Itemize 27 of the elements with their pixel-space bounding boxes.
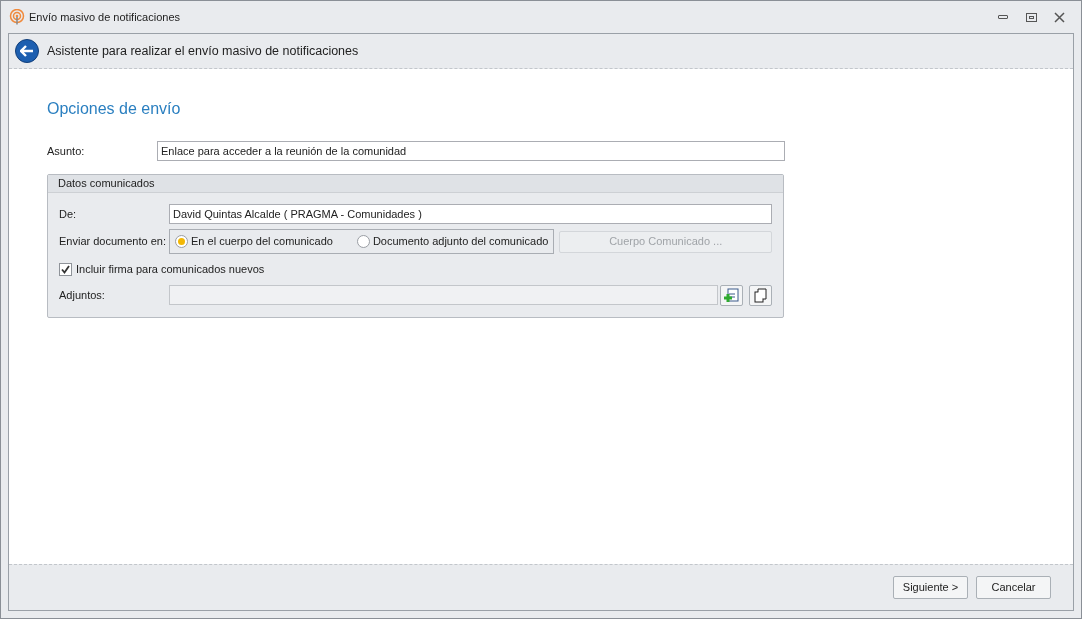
copy-icon	[753, 287, 768, 303]
radio-button[interactable]	[175, 235, 188, 248]
field-label: Asunto:	[47, 143, 86, 159]
field-label: Adjuntos:	[59, 287, 106, 303]
field-label: Enviar documento en:	[59, 234, 167, 250]
dialog-button[interactable]: Cancelar	[976, 576, 1051, 599]
add-document-icon	[724, 287, 739, 303]
add-file-button[interactable]	[720, 284, 743, 306]
checkmark-icon	[61, 264, 70, 274]
back-button[interactable]	[15, 39, 39, 63]
wizard-title: Asistente para realizar el envío masivo de notificaciones	[47, 42, 359, 60]
signature-checkbox[interactable]: Incluir firma para comunicados nuevos	[59, 261, 772, 278]
window-title: Envío masivo de notificaciones	[29, 9, 181, 25]
dialog-button[interactable]: Siguiente >	[893, 576, 968, 599]
group-title: Datos comunicados	[58, 176, 155, 192]
field-label: De:	[59, 206, 78, 222]
radio-button[interactable]	[356, 235, 370, 248]
radio-option[interactable]: En el cuerpo del comunicado	[175, 233, 333, 250]
broadcast-icon	[9, 9, 25, 25]
from-field[interactable]: David Quintas Alcalde ( PRAGMA - Comunidades )	[169, 204, 772, 224]
copy-button[interactable]	[749, 284, 772, 306]
attachments-field[interactable]	[169, 285, 718, 305]
section-title: Opciones de envío	[47, 99, 182, 119]
arrow-left-icon	[20, 45, 34, 57]
close-icon	[1053, 11, 1065, 23]
radio-option[interactable]: Documento adjunto del comunicado	[356, 233, 549, 250]
subject-field[interactable]: Enlace para acceder a la reunión de la comunidad	[157, 141, 785, 161]
